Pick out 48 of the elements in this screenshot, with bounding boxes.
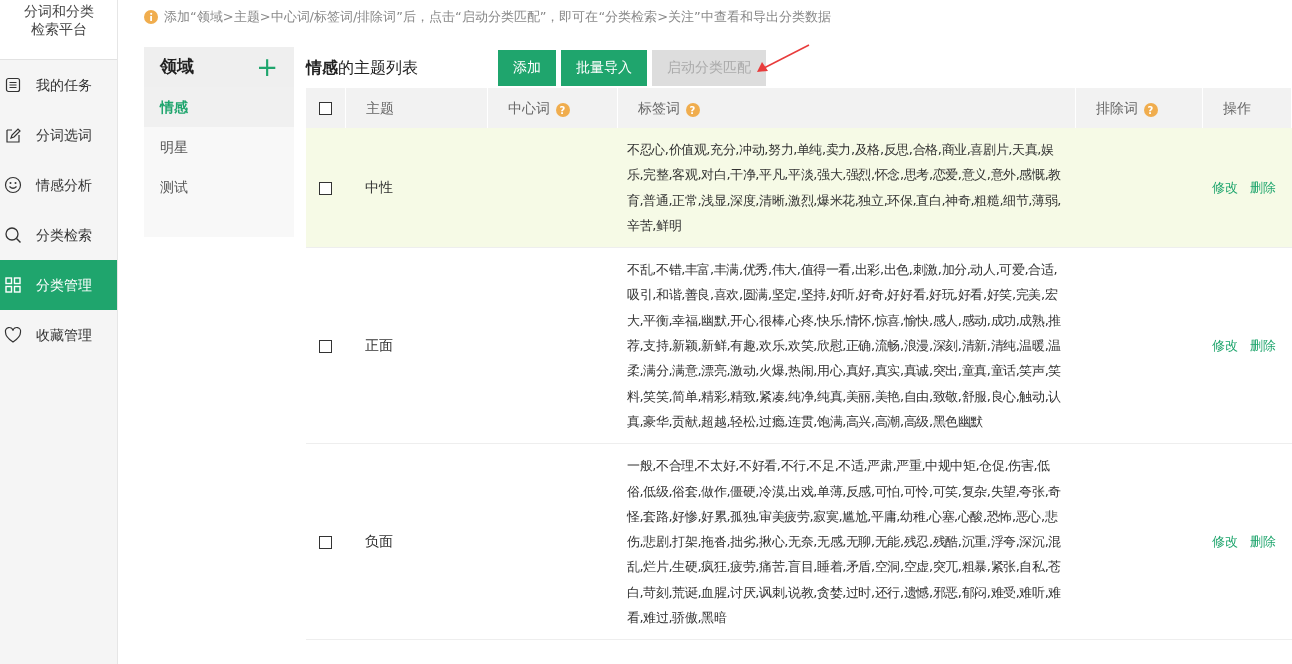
column-header: 中心词 <box>507 99 550 116</box>
sidebar-item[interactable]: 分词选词 <box>0 110 117 160</box>
search-icon <box>4 226 22 244</box>
checkbox[interactable] <box>319 102 332 115</box>
checkbox[interactable] <box>319 339 332 353</box>
heart-icon <box>4 326 22 344</box>
action-link[interactable]: 修改 <box>1212 534 1238 550</box>
action-link[interactable]: 删除 <box>1250 534 1276 550</box>
annotation-arrow <box>756 44 810 74</box>
help-icon[interactable]: ? <box>1143 103 1158 117</box>
column-header: 主题 <box>365 99 394 116</box>
column-header: 标签词 <box>637 99 680 116</box>
action-link[interactable]: 删除 <box>1250 180 1276 196</box>
add-domain-button[interactable]: + <box>256 54 278 80</box>
domain-item[interactable]: 测试 <box>144 167 294 207</box>
list-icon <box>4 76 22 94</box>
sidebar-item[interactable]: 收藏管理 <box>0 310 117 360</box>
domain-item[interactable]: 明星 <box>144 127 294 167</box>
smiley-icon <box>4 176 22 194</box>
sidebar-item[interactable]: 分类检索 <box>0 210 117 260</box>
tag-words: 不乱,不错,丰富,丰满,优秀,伟大,值得一看,出彩,出色,刺激,加分,动人,可爱,合适,吸引,和谐,善良,喜欢,圆满,坚定,坚持,好听,好奇,好好看,好玩,好看,好笑,完美,宏大,平衡,幸福,幽默,开心,很棒,心疼,快乐,情怀,惊喜,愉快,感人,感动,成功,成熟,推荐,支持,新颖,新鲜,有趣,欢乐,欢笑,欣慰,正确,流畅,浪漫,深刻,清新,清纯,温暖,温柔,满分,满意,漂亮,激动,火爆,热闹,用心,真好,真实,真诚,突出,童真,童话,笑声,笑料,笑笑,简单,精彩,精致,紧凑,纯净,纯真,美丽,美艳,自由,致敬,舒服,良心,触动,认真,豪华,贡献,超越,轻松,过瘾,连贯,饱满,高兴,高潮,高级,黑色幽默 <box>627 261 1062 431</box>
help-icon[interactable]: ? <box>685 103 700 117</box>
topic-name: 正面 <box>365 337 393 354</box>
column-header: 操作 <box>1222 99 1251 116</box>
sidebar-item[interactable]: 我的任务 <box>0 60 117 110</box>
checkbox[interactable] <box>319 181 332 195</box>
sidebar-item[interactable]: 分类管理 <box>0 260 117 310</box>
list-title: 情感的主题列表 <box>306 56 419 79</box>
notice-text: 添加“领域>主题>中心词/标签词/排除词”后，点击“启动分类匹配”，即可在“分类检索>关注”中查看和导出分类数据 <box>164 8 831 27</box>
domain-item[interactable]: 情感 <box>144 87 294 127</box>
sidebar-item[interactable]: 情感分析 <box>0 160 117 210</box>
action-button[interactable]: 添加 <box>498 49 556 86</box>
help-icon[interactable]: ? <box>555 103 570 117</box>
panel-title: 领域 <box>160 55 194 79</box>
checkbox[interactable] <box>319 535 332 549</box>
action-link[interactable]: 修改 <box>1212 180 1238 196</box>
column-header: 排除词 <box>1095 99 1138 116</box>
action-link[interactable]: 删除 <box>1250 338 1276 354</box>
topic-name: 中性 <box>365 179 393 196</box>
app-title: 分词和分类检索平台 <box>22 2 95 39</box>
info-icon <box>144 10 158 24</box>
edit-icon <box>4 126 22 144</box>
action-link[interactable]: 修改 <box>1212 338 1238 354</box>
tag-words: 一般,不合理,不太好,不好看,不行,不足,不适,严肃,严重,中规中矩,仓促,伤害,低俗,低级,俗套,做作,僵硬,冷漠,出戏,单薄,反感,可怕,可怜,可笑,复杂,失望,夸张,奇怪,套路,好惨,好累,孤独,审美疲劳,寂寞,尴尬,平庸,幼稚,心塞,心酸,恐怖,恶心,悲伤,悲剧,打架,拖沓,拙劣,揪心,无奈,无感,无聊,无能,残忍,残酷,沉重,浮夸,深沉,混乱,烂片,生硬,疯狂,疲劳,痛苦,盲目,睡着,矛盾,空洞,空虚,突兀,粗暴,紧张,自私,苍白,苛刻,荒诞,血腥,讨厌,讽刺,说教,贪婪,过时,还行,遗憾,邪恶,郁闷,难受,难听,难看,难过,骄傲,黑暗 <box>627 457 1062 628</box>
action-button[interactable]: 批量导入 <box>561 49 647 86</box>
topic-name: 负面 <box>365 533 393 550</box>
tag-words: 不忍心,价值观,充分,冲动,努力,单纯,卖力,及格,反思,合格,商业,喜剧片,天真,娱乐,完整,客观,对白,干净,平凡,平淡,强大,强烈,怀念,思考,恋爱,意义,意外,感慨,教育,普通,正常,浅显,深度,清晰,激烈,爆米花,独立,环保,直白,神奇,粗糙,细节,薄弱,辛苦,鲜明 <box>627 141 1062 235</box>
grid-icon <box>4 276 22 294</box>
